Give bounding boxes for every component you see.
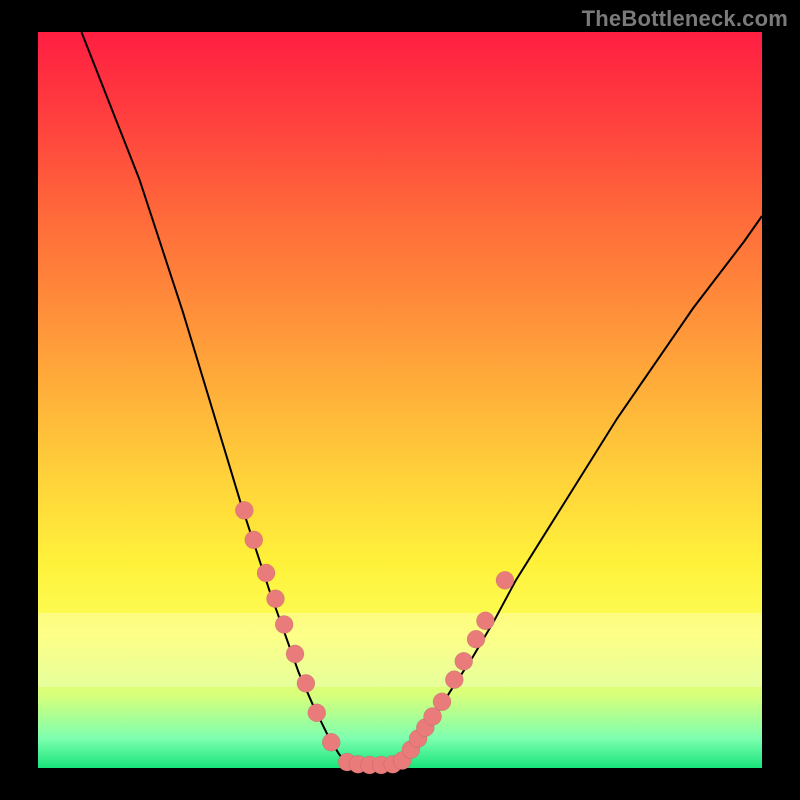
highlight-dot	[455, 652, 473, 670]
highlight-dot	[433, 693, 451, 711]
chart-svg	[38, 32, 762, 768]
watermark-text: TheBottleneck.com	[582, 6, 788, 32]
highlight-dot	[245, 531, 263, 549]
highlight-dot	[476, 612, 494, 630]
highlight-dot	[235, 501, 253, 519]
highlight-dot	[266, 590, 284, 608]
highlight-dot	[257, 564, 275, 582]
highlight-dot	[445, 671, 463, 689]
highlight-dots	[235, 501, 514, 774]
highlight-dot	[322, 733, 340, 751]
highlight-dot	[297, 674, 315, 692]
chart-frame: TheBottleneck.com	[0, 0, 800, 800]
bottleneck-curve	[81, 32, 762, 767]
plot-area	[38, 32, 762, 768]
highlight-dot	[496, 571, 514, 589]
highlight-dot	[275, 615, 293, 633]
highlight-dot	[467, 630, 485, 648]
highlight-dot	[286, 645, 304, 663]
highlight-dot	[308, 704, 326, 722]
